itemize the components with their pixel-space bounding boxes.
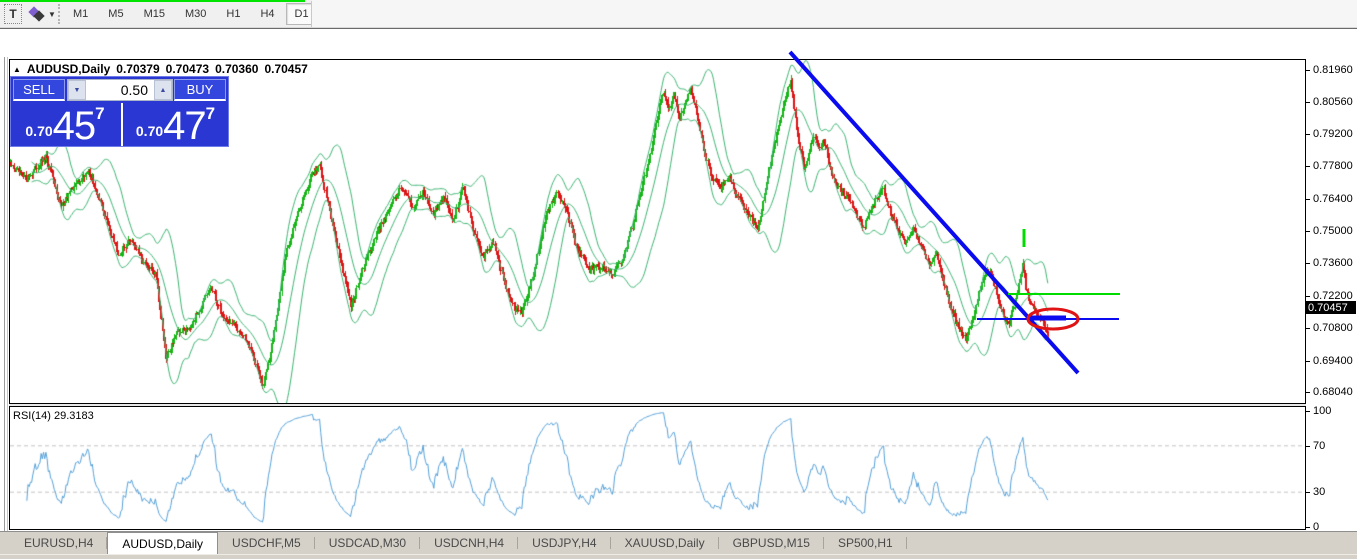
rsi-tick-label: 30 [1313,486,1325,498]
chart-window: ▲ AUDUSD,Daily 0.70379 0.70473 0.70360 0… [0,28,1357,531]
volume-stepper: ▼ ▲ [67,79,173,101]
chart-tab-usdcad[interactable]: USDCAD,M30 [315,532,420,554]
price-tick-label: 0.68040 [1313,386,1353,398]
price-tick [1306,296,1310,297]
timeframe-button-m15[interactable]: M15 [135,3,174,25]
rsi-tick [1306,527,1310,528]
rsi-canvas[interactable] [10,407,1305,529]
chart-tab-gbpusd[interactable]: GBPUSD,M15 [719,532,824,554]
price-tick-label: 0.79200 [1313,128,1353,140]
price-axis[interactable]: 0.81960 0.80560 0.79200 0.77800 0.76400 0.750… [1306,57,1357,407]
price-tick-label: 0.70800 [1313,322,1353,334]
price-tick-label: 0.73600 [1313,257,1353,269]
toolbar: T ▼ M1M5M15M30H1H4D1W1MN [0,0,1357,28]
text-tool-button[interactable]: T [4,4,22,24]
rsi-tick-label: 100 [1313,405,1331,417]
price-tick-label: 0.76400 [1313,193,1353,205]
sell-price-big: 45 [53,106,96,146]
timeframe-button-h4[interactable]: H4 [251,3,283,25]
timeframe-button-m1[interactable]: M1 [64,3,97,25]
chart-tab-audusd[interactable]: AUDUSD,Daily [107,532,218,554]
collapse-arrow-icon[interactable]: ▲ [13,65,21,74]
mt4-chart-window: T ▼ M1M5M15M30H1H4D1W1MN ▲ AUDUSD,Daily … [0,0,1357,559]
price-tick-label: 0.81960 [1313,64,1353,76]
chart-tabs-bar: EURUSD,H4AUDUSD,DailyUSDCHF,M5USDCAD,M30… [0,531,1357,554]
window-border [4,57,5,559]
chart-tab-usdcnh[interactable]: USDCNH,H4 [420,532,518,554]
rsi-tick [1306,492,1310,493]
toolbar-empty-area [312,0,1357,27]
price-tick [1306,70,1310,71]
ohlc-high: 0.70473 [166,62,209,76]
one-click-trading-panel: SELL ▼ ▲ BUY 0.70 45 7 0.70 47 7 [10,76,229,147]
rsi-indicator-label: RSI(14) 29.3183 [13,410,94,422]
price-tick-label: 0.80560 [1313,96,1353,108]
volume-up-button[interactable]: ▲ [154,80,172,100]
chart-tab-usdchf[interactable]: USDCHF,M5 [218,532,315,554]
timeframe-button-m30[interactable]: M30 [176,3,215,25]
price-tick-label: 0.77800 [1313,160,1353,172]
volume-input[interactable] [86,80,154,100]
price-tick-label: 0.69400 [1313,355,1353,367]
sell-price-sup: 7 [95,104,104,146]
price-tick [1306,199,1310,200]
buy-price-sup: 7 [206,104,215,146]
rsi-pane[interactable] [9,406,1306,530]
buy-price-big: 47 [163,106,206,146]
price-tick [1306,263,1310,264]
chart-tab-xauusd[interactable]: XAUUSD,Daily [611,532,719,554]
price-tick [1306,392,1310,393]
price-tick [1306,134,1310,135]
symbol-label: AUDUSD,Daily [27,62,110,76]
buy-button[interactable]: BUY [174,79,226,101]
price-tick [1306,328,1310,329]
toolbar-grip-handle[interactable] [58,4,62,24]
ohlc-low: 0.70360 [215,62,258,76]
volume-down-button[interactable]: ▼ [68,80,86,100]
chart-tab-eurusd[interactable]: EURUSD,H4 [10,532,107,554]
window-border [7,57,8,559]
sell-button[interactable]: SELL [13,79,65,101]
chevron-down-icon[interactable]: ▼ [46,4,58,24]
buy-price-display[interactable]: 0.70 47 7 [121,103,228,146]
price-tick [1306,361,1310,362]
sell-price-display[interactable]: 0.70 45 7 [11,103,119,146]
chart-title: ▲ AUDUSD,Daily 0.70379 0.70473 0.70360 0… [13,62,308,76]
price-tick [1306,166,1310,167]
timeframe-button-h1[interactable]: H1 [217,3,249,25]
draw-arrows-icon[interactable] [26,4,46,24]
price-tick [1306,231,1310,232]
chart-tab-usdjpy[interactable]: USDJPY,H4 [518,532,610,554]
ohlc-close: 0.70457 [264,62,307,76]
price-tick [1306,102,1310,103]
rsi-tick [1306,446,1310,447]
rsi-tick-label: 70 [1313,440,1325,452]
ohlc-open: 0.70379 [116,62,159,76]
rsi-tick [1306,411,1310,412]
sell-price-prefix: 0.70 [25,123,52,146]
buy-price-prefix: 0.70 [136,123,163,146]
price-tick-label: 0.75000 [1313,225,1353,237]
timeframe-button-m5[interactable]: M5 [99,3,132,25]
status-strip [0,554,1357,559]
current-price-tag: 0.70457 [1306,301,1356,314]
chart-tab-sp500[interactable]: SP500,H1 [824,532,907,554]
